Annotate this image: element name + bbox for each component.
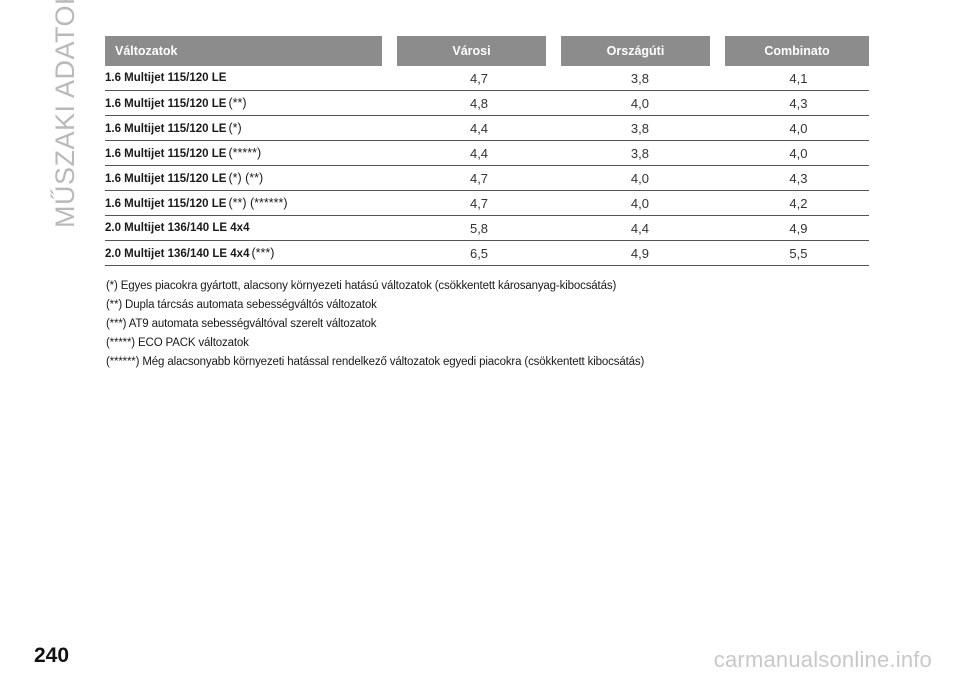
- urban-value: 4,4: [469, 145, 489, 161]
- table-row: 1.6 Multijet 115/120 LE 4,7 3,8 4,1: [105, 66, 869, 91]
- section-side-title: MŰSZAKI ADATOK: [50, 0, 80, 228]
- urban-value: 4,8: [469, 95, 489, 111]
- model-cell: 2.0 Multijet 136/140 LE 4x4: [105, 222, 391, 234]
- model-cell: 2.0 Multijet 136/140 LE 4x4 (***): [105, 246, 391, 260]
- header-extra-urban: Országúti: [561, 36, 710, 66]
- model-note: (*): [228, 121, 242, 135]
- urban-value: 4,7: [469, 70, 489, 86]
- combined-value: 5,5: [789, 245, 808, 261]
- model-cell: 1.6 Multijet 115/120 LE (**): [105, 96, 391, 110]
- extra-urban-value: 4,4: [630, 220, 649, 236]
- model-note: (**): [228, 96, 247, 110]
- table-row: 1.6 Multijet 115/120 LE (*) (**) 4,7 4,0 …: [105, 166, 869, 191]
- model-name: 1.6 Multijet 115/120 LE: [105, 123, 227, 135]
- footnote: (******) Még alacsonyabb környezeti hatá…: [106, 356, 645, 368]
- combined-value: 4,3: [789, 170, 808, 186]
- extra-urban-value: 4,0: [630, 195, 649, 211]
- header-urban: Városi: [397, 36, 546, 66]
- urban-value: 4,7: [469, 170, 489, 186]
- model-note: (*) (**): [228, 171, 264, 185]
- model-name: 1.6 Multijet 115/120 LE: [105, 148, 227, 160]
- model-note: (***): [251, 246, 275, 260]
- model-name: 2.0 Multijet 136/140 LE 4x4: [105, 248, 250, 260]
- table-row: 1.6 Multijet 115/120 LE (**) 4,8 4,0 4,3: [105, 91, 869, 116]
- header-combined: Combinato: [725, 36, 869, 66]
- model-name: 1.6 Multijet 115/120 LE: [105, 98, 227, 110]
- urban-value: 4,4: [469, 120, 489, 136]
- extra-urban-value: 4,9: [630, 245, 649, 261]
- extra-urban-value: 4,0: [630, 170, 649, 186]
- model-cell: 1.6 Multijet 115/120 LE (*): [105, 121, 391, 135]
- urban-value: 6,5: [469, 245, 489, 261]
- combined-value: 4,1: [789, 70, 808, 86]
- table-row: 2.0 Multijet 136/140 LE 4x4 5,8 4,4 4,9: [105, 216, 869, 241]
- model-name: 1.6 Multijet 115/120 LE: [105, 173, 227, 185]
- combined-value: 4,0: [789, 120, 808, 136]
- model-name: 1.6 Multijet 115/120 LE: [105, 72, 227, 84]
- table-row: 1.6 Multijet 115/120 LE (**) (******) 4,7…: [105, 191, 869, 216]
- table-row: 1.6 Multijet 115/120 LE (*****) 4,4 3,8 4…: [105, 141, 869, 166]
- model-cell: 1.6 Multijet 115/120 LE (**) (******): [105, 196, 391, 210]
- combined-value: 4,9: [789, 220, 808, 236]
- model-name: 1.6 Multijet 115/120 LE: [105, 198, 227, 210]
- model-cell: 1.6 Multijet 115/120 LE: [105, 72, 391, 84]
- table-row: 2.0 Multijet 136/140 LE 4x4 (***) 6,5 4,9…: [105, 241, 869, 266]
- combined-value: 4,0: [789, 145, 808, 161]
- footnote: (***) AT9 automata sebességváltóval szer…: [106, 318, 377, 330]
- table-header: Változatok Városi Országúti Combinato: [105, 36, 869, 66]
- model-cell: 1.6 Multijet 115/120 LE (*****): [105, 146, 391, 160]
- extra-urban-value: 3,8: [630, 145, 649, 161]
- combined-value: 4,2: [789, 195, 808, 211]
- footnotes: (*) Egyes piacokra gyártott, alacsony kö…: [106, 277, 866, 372]
- urban-value: 4,7: [469, 195, 489, 211]
- model-note: (*****): [228, 146, 262, 160]
- footnote: (*****) ECO PACK változatok: [106, 337, 249, 349]
- header-variants: Változatok: [105, 36, 382, 66]
- extra-urban-value: 3,8: [630, 120, 649, 136]
- combined-value: 4,3: [789, 95, 808, 111]
- urban-value: 5,8: [469, 220, 489, 236]
- footnote: (*) Egyes piacokra gyártott, alacsony kö…: [106, 280, 617, 292]
- model-cell: 1.6 Multijet 115/120 LE (*) (**): [105, 171, 391, 185]
- consumption-table: Változatok Városi Országúti Combinato 1.…: [105, 36, 869, 266]
- model-name: 2.0 Multijet 136/140 LE 4x4: [105, 222, 250, 234]
- table-row: 1.6 Multijet 115/120 LE (*) 4,4 3,8 4,0: [105, 116, 869, 141]
- extra-urban-value: 3,8: [630, 70, 649, 86]
- page-number: 240: [34, 644, 70, 667]
- extra-urban-value: 4,0: [630, 95, 649, 111]
- model-note: (**) (******): [228, 196, 288, 210]
- footnote: (**) Dupla tárcsás automata sebességvált…: [106, 299, 377, 311]
- watermark: carmanualsonline.info: [713, 647, 932, 672]
